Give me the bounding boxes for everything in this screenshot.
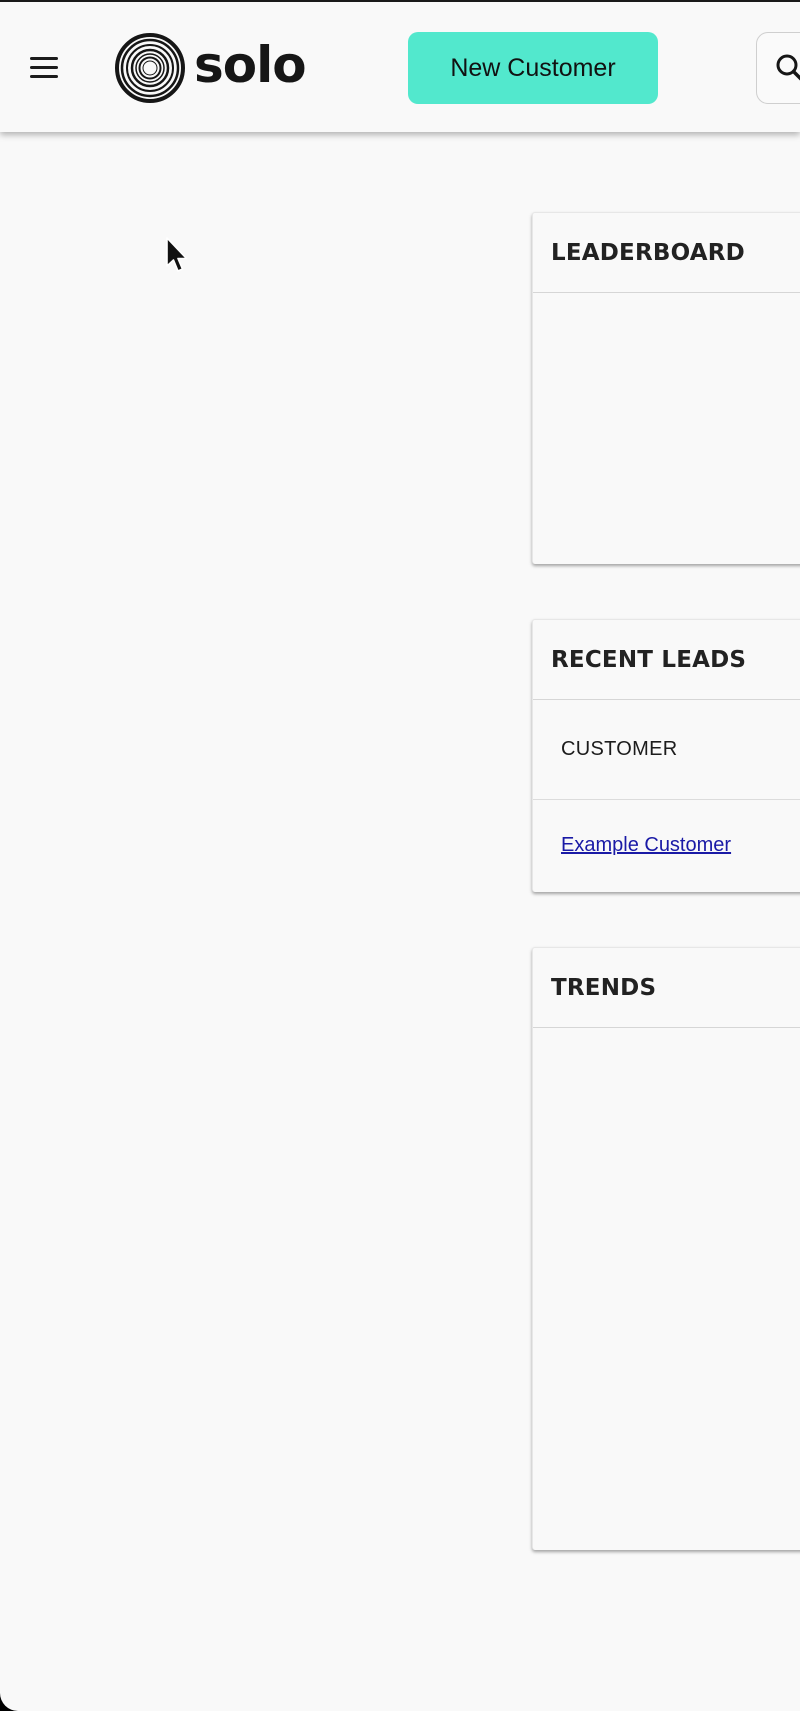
leaderboard-card: LEADERBOARD bbox=[532, 212, 800, 564]
new-customer-button[interactable]: New Customer bbox=[408, 32, 658, 104]
top-navigation-bar: solo New Customer bbox=[0, 2, 800, 132]
search-icon bbox=[776, 54, 800, 81]
mouse-pointer-icon bbox=[166, 237, 188, 272]
solo-logo-mark-icon bbox=[115, 33, 185, 103]
recent-leads-card-header: RECENT LEADS bbox=[533, 620, 800, 700]
trends-card: TRENDS bbox=[532, 947, 800, 1550]
recent-leads-column-header-row: CUSTOMER bbox=[533, 700, 800, 800]
recent-leads-title: RECENT LEADS bbox=[551, 646, 747, 673]
search-box[interactable] bbox=[756, 32, 800, 104]
trends-card-header: TRENDS bbox=[533, 948, 800, 1028]
recent-leads-card: RECENT LEADS CUSTOMER Example Customer bbox=[532, 619, 800, 892]
leaderboard-title: LEADERBOARD bbox=[551, 239, 745, 266]
table-row: Example Customer bbox=[533, 800, 800, 890]
leaderboard-card-header: LEADERBOARD bbox=[533, 213, 800, 293]
customer-link[interactable]: Example Customer bbox=[561, 834, 731, 857]
customer-column-header[interactable]: CUSTOMER bbox=[561, 738, 677, 761]
logo-wordmark: solo bbox=[194, 36, 307, 94]
trends-title: TRENDS bbox=[551, 974, 657, 1001]
app-screen: solo New Customer LEADERBOARD RECENT LEA… bbox=[0, 0, 800, 1711]
hamburger-menu-icon[interactable] bbox=[28, 52, 60, 82]
solo-logo[interactable]: solo bbox=[114, 32, 307, 104]
